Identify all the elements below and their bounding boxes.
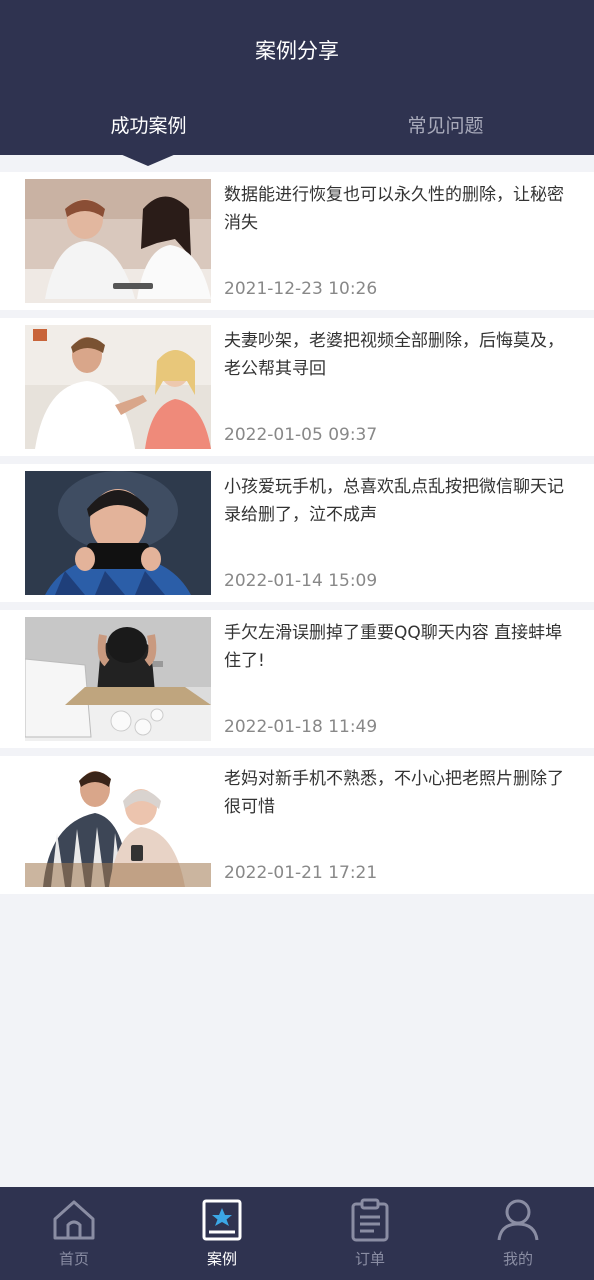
case-item[interactable]: 小孩爱玩手机，总喜欢乱点乱按把微信聊天记录给删了，泣不成声 2022-01-14… bbox=[0, 464, 594, 602]
tab-success-cases[interactable]: 成功案例 bbox=[0, 112, 297, 140]
case-title: 夫妻吵架，老婆把视频全部删除，后悔莫及，老公帮其寻回 bbox=[224, 331, 564, 379]
case-item[interactable]: 夫妻吵架，老婆把视频全部删除，后悔莫及，老公帮其寻回 2022-01-05 09… bbox=[0, 318, 594, 456]
bottom-tab-bar: 首页 案例 订单 我的 bbox=[0, 1187, 594, 1280]
profile-icon bbox=[497, 1199, 539, 1241]
tabbar-label: 订单 bbox=[354, 1250, 385, 1268]
case-thumbnail bbox=[25, 179, 211, 303]
case-icon bbox=[202, 1199, 242, 1241]
home-icon bbox=[53, 1200, 95, 1240]
case-thumbnail bbox=[25, 617, 211, 741]
app-header: 案例分享 成功案例 常见问题 bbox=[0, 0, 594, 155]
tabbar-item-profile[interactable]: 我的 bbox=[444, 1187, 592, 1280]
case-title: 小孩爱玩手机，总喜欢乱点乱按把微信聊天记录给删了，泣不成声 bbox=[224, 477, 564, 525]
case-thumbnail bbox=[25, 763, 211, 887]
case-time: 2022-01-18 11:49 bbox=[224, 717, 378, 737]
tabbar-item-home[interactable]: 首页 bbox=[0, 1187, 148, 1280]
active-tab-indicator bbox=[120, 154, 176, 166]
order-icon bbox=[351, 1198, 389, 1242]
case-time: 2022-01-14 15:09 bbox=[224, 571, 378, 591]
case-time: 2022-01-05 09:37 bbox=[224, 425, 378, 445]
tabbar-label: 我的 bbox=[502, 1250, 533, 1268]
case-item[interactable]: 手欠左滑误删掉了重要QQ聊天内容 直接蚌埠住了! 2022-01-18 11:4… bbox=[0, 610, 594, 748]
tabbar-item-orders[interactable]: 订单 bbox=[296, 1187, 444, 1280]
case-title: 手欠左滑误删掉了重要QQ聊天内容 直接蚌埠住了! bbox=[224, 623, 563, 671]
tabbar-label: 首页 bbox=[58, 1250, 89, 1268]
page-title: 案例分享 bbox=[255, 39, 339, 63]
case-time: 2022-01-21 17:21 bbox=[224, 863, 378, 883]
case-item[interactable]: 老妈对新手机不熟悉，不小心把老照片删除了 很可惜 2022-01-21 17:2… bbox=[0, 756, 594, 894]
case-title: 老妈对新手机不熟悉，不小心把老照片删除了 很可惜 bbox=[224, 769, 564, 817]
case-time: 2021-12-23 10:26 bbox=[224, 279, 378, 299]
tabbar-label: 案例 bbox=[206, 1250, 237, 1268]
case-title: 数据能进行恢复也可以永久性的删除，让秘密消失 bbox=[224, 185, 564, 233]
case-thumbnail bbox=[25, 325, 211, 449]
tabbar-item-cases[interactable]: 案例 bbox=[148, 1187, 296, 1280]
tab-faq[interactable]: 常见问题 bbox=[297, 112, 594, 140]
case-item[interactable]: 数据能进行恢复也可以永久性的删除，让秘密消失 2021-12-23 10:26 bbox=[0, 172, 594, 310]
case-thumbnail bbox=[25, 471, 211, 595]
